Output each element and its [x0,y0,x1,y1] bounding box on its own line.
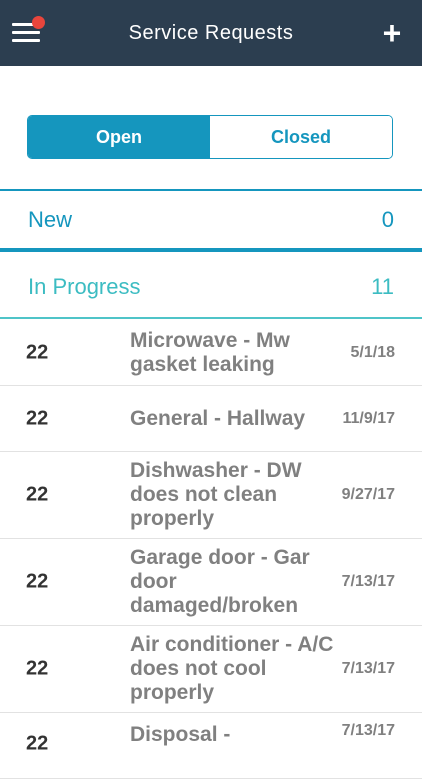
section-in-progress-count: 11 [371,273,394,299]
request-date: 7/13/17 [341,573,395,590]
request-date: 7/13/17 [341,722,395,739]
section-in-progress-label: In Progress [28,273,141,299]
section-new-label: New [28,206,73,232]
request-row[interactable]: 22 Air conditioner - A/C does not cool p… [0,626,422,713]
request-row[interactable]: 22 Dishwasher - DW does not clean proper… [0,452,422,539]
page-title: Service Requests [128,22,294,44]
open-closed-toggle: Open Closed [27,115,393,159]
request-row[interactable]: 22 General - Hallway 11/9/17 [0,386,422,452]
request-description: Microwave - Mw gasket leaking [130,328,290,376]
tab-closed[interactable]: Closed [210,116,392,158]
request-number: 22 [26,483,49,506]
add-request-button[interactable]: + [376,16,408,50]
request-description: Garage door - Gar door damaged/broken [130,546,310,617]
request-row[interactable]: 22 Garage door - Gar door damaged/broken… [0,539,422,626]
request-description: General - Hallway [130,406,306,430]
request-date: 9/27/17 [341,486,395,503]
request-list: 22 Microwave - Mw gasket leaking 5/1/18 … [0,320,422,779]
request-description: Dishwasher - DW does not clean properly [130,459,302,530]
request-number: 22 [26,341,49,363]
request-number: 22 [26,570,49,593]
section-new[interactable]: New 0 [0,189,422,252]
request-number: 22 [26,732,49,755]
tab-open[interactable]: Open [28,116,210,158]
request-date: 11/9/17 [342,409,396,427]
request-number: 22 [26,407,49,429]
request-row[interactable]: 22 Microwave - Mw gasket leaking 5/1/18 [0,320,422,386]
request-row[interactable]: 22 Disposal - 7/13/17 [0,713,422,779]
request-description: Air conditioner - A/C does not cool prop… [130,633,334,704]
request-description: Disposal - [130,723,231,746]
request-number: 22 [26,657,49,680]
request-date: 7/13/17 [341,660,395,677]
section-in-progress[interactable]: In Progress 11 [0,256,422,319]
request-date: 5/1/18 [350,343,395,361]
section-new-count: 0 [381,206,394,232]
top-navbar: Service Requests + [0,0,422,66]
